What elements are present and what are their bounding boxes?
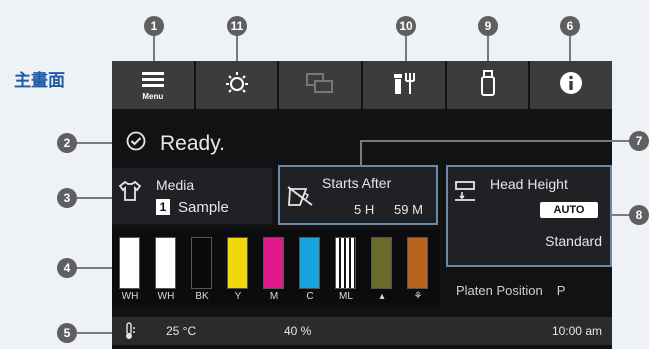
platen-label: Platen Position xyxy=(456,282,543,298)
callout-line xyxy=(236,36,238,61)
callout-line xyxy=(360,140,630,142)
media-number-badge: 1 xyxy=(156,199,170,215)
platen-position[interactable]: Platen Position P xyxy=(446,273,612,307)
ink-label: M xyxy=(269,291,279,302)
head-height-title: Head Height xyxy=(490,176,568,192)
maintenance-icon xyxy=(393,71,415,99)
brightness-icon xyxy=(223,69,251,101)
media-panel[interactable]: Media 1 Sample xyxy=(112,168,272,224)
thermometer-icon xyxy=(124,322,136,343)
info-button[interactable] xyxy=(530,61,613,109)
page-title: 主畫面 xyxy=(14,71,65,91)
starts-after-panel[interactable]: Starts After 5 H 59 M xyxy=(278,165,438,225)
maintenance-button[interactable] xyxy=(363,61,445,109)
callout-line xyxy=(77,332,112,334)
ink-cartridge xyxy=(335,237,356,289)
platen-value: P xyxy=(556,282,566,298)
ink-label: C xyxy=(306,291,314,302)
callout-ink: 4 xyxy=(57,258,77,278)
menu-label: Menu xyxy=(142,92,164,101)
brightness-button[interactable] xyxy=(195,61,278,109)
windows-button[interactable] xyxy=(279,61,362,109)
callout-info: 6 xyxy=(560,16,580,36)
status-text: Ready. xyxy=(160,132,225,155)
callout-line xyxy=(360,140,362,166)
callout-starts-after: 7 xyxy=(629,131,649,151)
ink-cartridge xyxy=(119,237,140,289)
ink-levels[interactable]: WH WH BK Y M C ML ▴ ⚘ xyxy=(112,229,440,307)
status-row: Ready. xyxy=(112,127,612,161)
callout-line xyxy=(77,197,112,199)
info-icon xyxy=(559,71,583,99)
ink-level-fill xyxy=(156,238,175,288)
cleaning-icon: ⚘ xyxy=(413,291,423,302)
humidity: 40 % xyxy=(284,324,312,338)
hamburger-icon xyxy=(141,69,164,91)
callout-line xyxy=(77,142,112,144)
callout-line xyxy=(77,267,112,269)
ink-cartridge xyxy=(155,237,176,289)
ink-cartridge xyxy=(227,237,248,289)
tab-bar: Menu xyxy=(112,61,613,109)
callout-footer: 5 xyxy=(57,323,77,343)
clock: 10:00 am xyxy=(551,324,602,338)
ink-cartridge xyxy=(407,237,428,289)
tshirt-icon xyxy=(118,180,142,207)
ink-level-fill xyxy=(120,238,139,288)
callout-status: 2 xyxy=(57,133,77,153)
printer-screen: Menu Ready. Media 1 Sample Starts After … xyxy=(112,61,613,349)
callout-brightness: 11 xyxy=(227,16,247,36)
waste-ink-icon: ▴ xyxy=(379,291,385,302)
ink-level-fill xyxy=(336,238,355,288)
starts-after-minutes: 59 M xyxy=(394,202,423,217)
callout-line xyxy=(153,36,155,61)
footer-bar: 25 °C 40 % 10:00 am xyxy=(112,317,612,345)
ink-label: Y xyxy=(234,291,242,302)
ink-label: ML xyxy=(339,291,353,302)
ink-label: WH xyxy=(121,291,139,302)
ink-label: WH xyxy=(157,291,175,302)
ink-level-fill xyxy=(264,238,283,288)
head-height-panel[interactable]: Head Height AUTO Standard xyxy=(446,165,612,267)
callout-maintenance: 10 xyxy=(396,16,416,36)
ink-level-fill xyxy=(372,238,391,288)
ink-label: BK xyxy=(195,291,209,302)
usb-button[interactable] xyxy=(446,61,529,109)
windows-icon xyxy=(306,73,334,97)
callout-head-height: 8 xyxy=(629,205,649,225)
temperature: 25 °C xyxy=(166,324,197,338)
callout-menu: 1 xyxy=(144,16,164,36)
menu-button[interactable]: Menu xyxy=(112,61,194,109)
ink-cartridge xyxy=(371,237,392,289)
starts-after-title: Starts After xyxy=(322,175,392,191)
ink-cartridge xyxy=(299,237,320,289)
ink-level-fill xyxy=(300,238,319,288)
callout-usb: 9 xyxy=(478,16,498,36)
starts-after-hours: 5 H xyxy=(354,202,375,217)
ink-level-fill xyxy=(408,238,427,288)
check-circle-icon xyxy=(126,131,146,157)
media-name: Sample xyxy=(178,199,229,216)
head-icon xyxy=(454,179,476,206)
ink-cartridge xyxy=(263,237,284,289)
callout-media: 3 xyxy=(57,188,77,208)
timer-off-icon xyxy=(286,183,314,214)
ink-level-fill xyxy=(192,238,211,288)
head-height-mode-badge: AUTO xyxy=(540,202,598,218)
callout-line xyxy=(612,214,630,216)
ink-level-fill xyxy=(228,238,247,288)
media-title: Media xyxy=(156,177,195,193)
usb-icon xyxy=(480,70,496,100)
ink-cartridge xyxy=(191,237,212,289)
head-height-value: Standard xyxy=(545,233,602,249)
callout-line xyxy=(487,36,489,61)
callout-line xyxy=(405,36,407,61)
callout-line xyxy=(569,36,571,61)
